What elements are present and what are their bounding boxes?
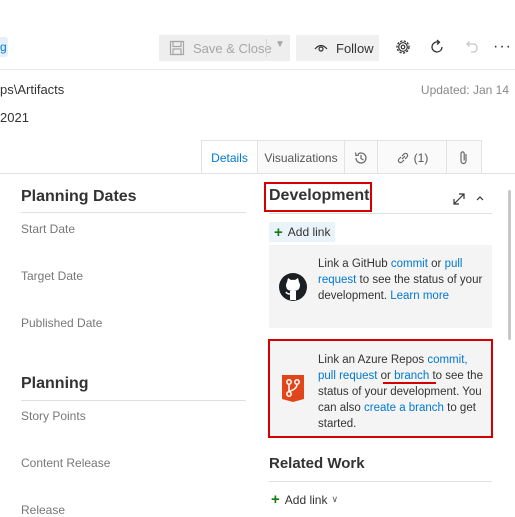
github-text-1: Link a GitHub: [318, 258, 391, 270]
expand-icon[interactable]: [452, 192, 466, 206]
add-link-label: Add link: [287, 225, 331, 239]
undo-icon[interactable]: [462, 38, 480, 56]
tab-bar: Details Visualizations (1): [201, 140, 482, 174]
follow-label: Follow: [336, 40, 374, 56]
refresh-icon[interactable]: [428, 38, 446, 56]
button-divider: [266, 39, 267, 57]
highlight-box-azure-card: [268, 339, 493, 438]
github-link-card: Link a GitHub commit or pull request to …: [269, 245, 492, 328]
github-icon: [279, 273, 307, 301]
tab-visualizations-label: Visualizations: [264, 150, 338, 165]
chevron-up-icon[interactable]: [474, 192, 486, 204]
history-icon: [354, 151, 367, 164]
scrollbar[interactable]: [508, 190, 511, 340]
toolbar: g Save & Close ▼ Follow ···: [0, 0, 515, 70]
follow-button[interactable]: Follow: [296, 35, 379, 61]
related-add-link-label: Add link: [284, 492, 328, 507]
github-commit-link[interactable]: commit: [391, 258, 428, 270]
highlight-underline-branch: [383, 382, 436, 384]
planning-divider: [21, 400, 246, 401]
learn-more-link[interactable]: Learn more: [390, 290, 449, 302]
save-icon: [169, 40, 185, 56]
plus-icon: +: [274, 223, 283, 241]
development-divider: [269, 213, 492, 214]
eye-icon: [314, 44, 328, 52]
target-date-field[interactable]: Target Date: [21, 269, 83, 283]
header-divider: [0, 69, 515, 70]
area-path[interactable]: ps\Artifacts: [0, 82, 64, 97]
tag-chip[interactable]: g: [0, 37, 8, 57]
iteration-path[interactable]: 2021: [0, 110, 29, 125]
tab-bar-divider: [0, 173, 515, 174]
content-release-field[interactable]: Content Release: [21, 456, 110, 470]
more-options-icon[interactable]: ···: [493, 38, 512, 56]
tab-links[interactable]: (1): [377, 140, 447, 174]
tab-details[interactable]: Details: [201, 140, 258, 174]
planning-dates-divider: [21, 212, 246, 213]
github-text-2: or: [427, 258, 445, 270]
planning-title: Planning: [21, 375, 89, 392]
release-field[interactable]: Release: [21, 503, 65, 517]
published-date-field[interactable]: Published Date: [21, 316, 102, 330]
related-add-link-button[interactable]: + Add link ∨: [271, 491, 338, 508]
save-close-label: Save & Close: [193, 40, 272, 56]
updated-timestamp[interactable]: Updated: Jan 14: [421, 83, 509, 97]
attachment-icon: [460, 150, 467, 164]
tab-history[interactable]: [344, 140, 378, 174]
planning-dates-title: Planning Dates: [21, 188, 137, 205]
link-icon: [397, 152, 408, 163]
tab-details-label: Details: [211, 150, 248, 165]
tab-visualizations[interactable]: Visualizations: [257, 140, 345, 174]
github-card-text: Link a GitHub commit or pull request to …: [318, 256, 486, 304]
related-work-title: Related Work: [269, 455, 365, 472]
chevron-down-icon: ∨: [331, 494, 339, 504]
chevron-down-icon[interactable]: ▼: [275, 39, 285, 50]
tab-attachments[interactable]: [446, 140, 482, 174]
gear-icon[interactable]: [394, 38, 412, 56]
plus-icon: +: [271, 491, 280, 508]
tab-links-count: (1): [413, 150, 429, 165]
highlight-box-development: [264, 182, 372, 212]
save-close-button[interactable]: Save & Close ▼: [159, 35, 290, 61]
start-date-field[interactable]: Start Date: [21, 222, 75, 236]
related-work-divider: [269, 481, 492, 482]
add-link-button[interactable]: + Add link: [269, 222, 336, 242]
story-points-field[interactable]: Story Points: [21, 409, 86, 423]
tag-chip-label: g: [0, 40, 7, 54]
